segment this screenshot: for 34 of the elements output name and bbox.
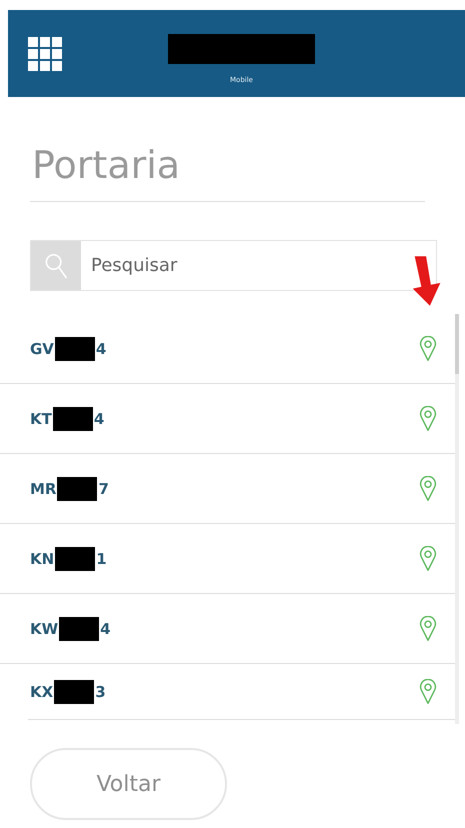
vehicle-row[interactable]: KT 4 xyxy=(0,384,455,454)
plate-text: KW xyxy=(30,620,58,638)
vehicle-row[interactable]: GV 4 xyxy=(0,314,455,384)
location-pin-icon[interactable] xyxy=(419,406,437,432)
plate-text: 1 xyxy=(96,550,107,568)
location-pin-icon[interactable] xyxy=(419,546,437,572)
search-bar[interactable]: Pesquisar xyxy=(30,240,437,291)
plate-text: KT xyxy=(30,410,52,428)
page-title: Portaria xyxy=(32,142,182,189)
plate-text: 7 xyxy=(98,480,109,498)
vehicle-row[interactable]: KW 4 xyxy=(0,594,455,664)
location-pin-icon[interactable] xyxy=(419,336,437,362)
vehicle-row[interactable]: KN 1 xyxy=(0,524,455,594)
plate-text: 3 xyxy=(95,682,106,700)
plate-text: KN xyxy=(30,550,54,568)
search-icon xyxy=(44,252,68,280)
vehicle-row[interactable]: MR 7 xyxy=(0,454,455,524)
redaction-bar xyxy=(55,546,96,570)
plate-text: 4 xyxy=(96,340,106,358)
plate-text: 4 xyxy=(94,410,104,428)
redaction-bar xyxy=(52,406,93,430)
location-pin-icon[interactable] xyxy=(419,678,437,704)
location-pin-icon[interactable] xyxy=(419,476,437,502)
plate-text: MR xyxy=(30,480,56,498)
plate-text: 4 xyxy=(100,620,111,638)
plate-text: KX xyxy=(30,682,54,700)
redaction-bar xyxy=(57,476,98,500)
redaction-bar xyxy=(54,336,95,360)
location-pin-icon[interactable] xyxy=(419,616,437,642)
vehicle-row[interactable]: KX 3 xyxy=(28,664,455,720)
apps-grid-icon[interactable] xyxy=(28,36,62,70)
plate-text: GV xyxy=(30,340,54,358)
redaction-bar xyxy=(54,680,94,704)
redaction-bar xyxy=(59,616,100,640)
